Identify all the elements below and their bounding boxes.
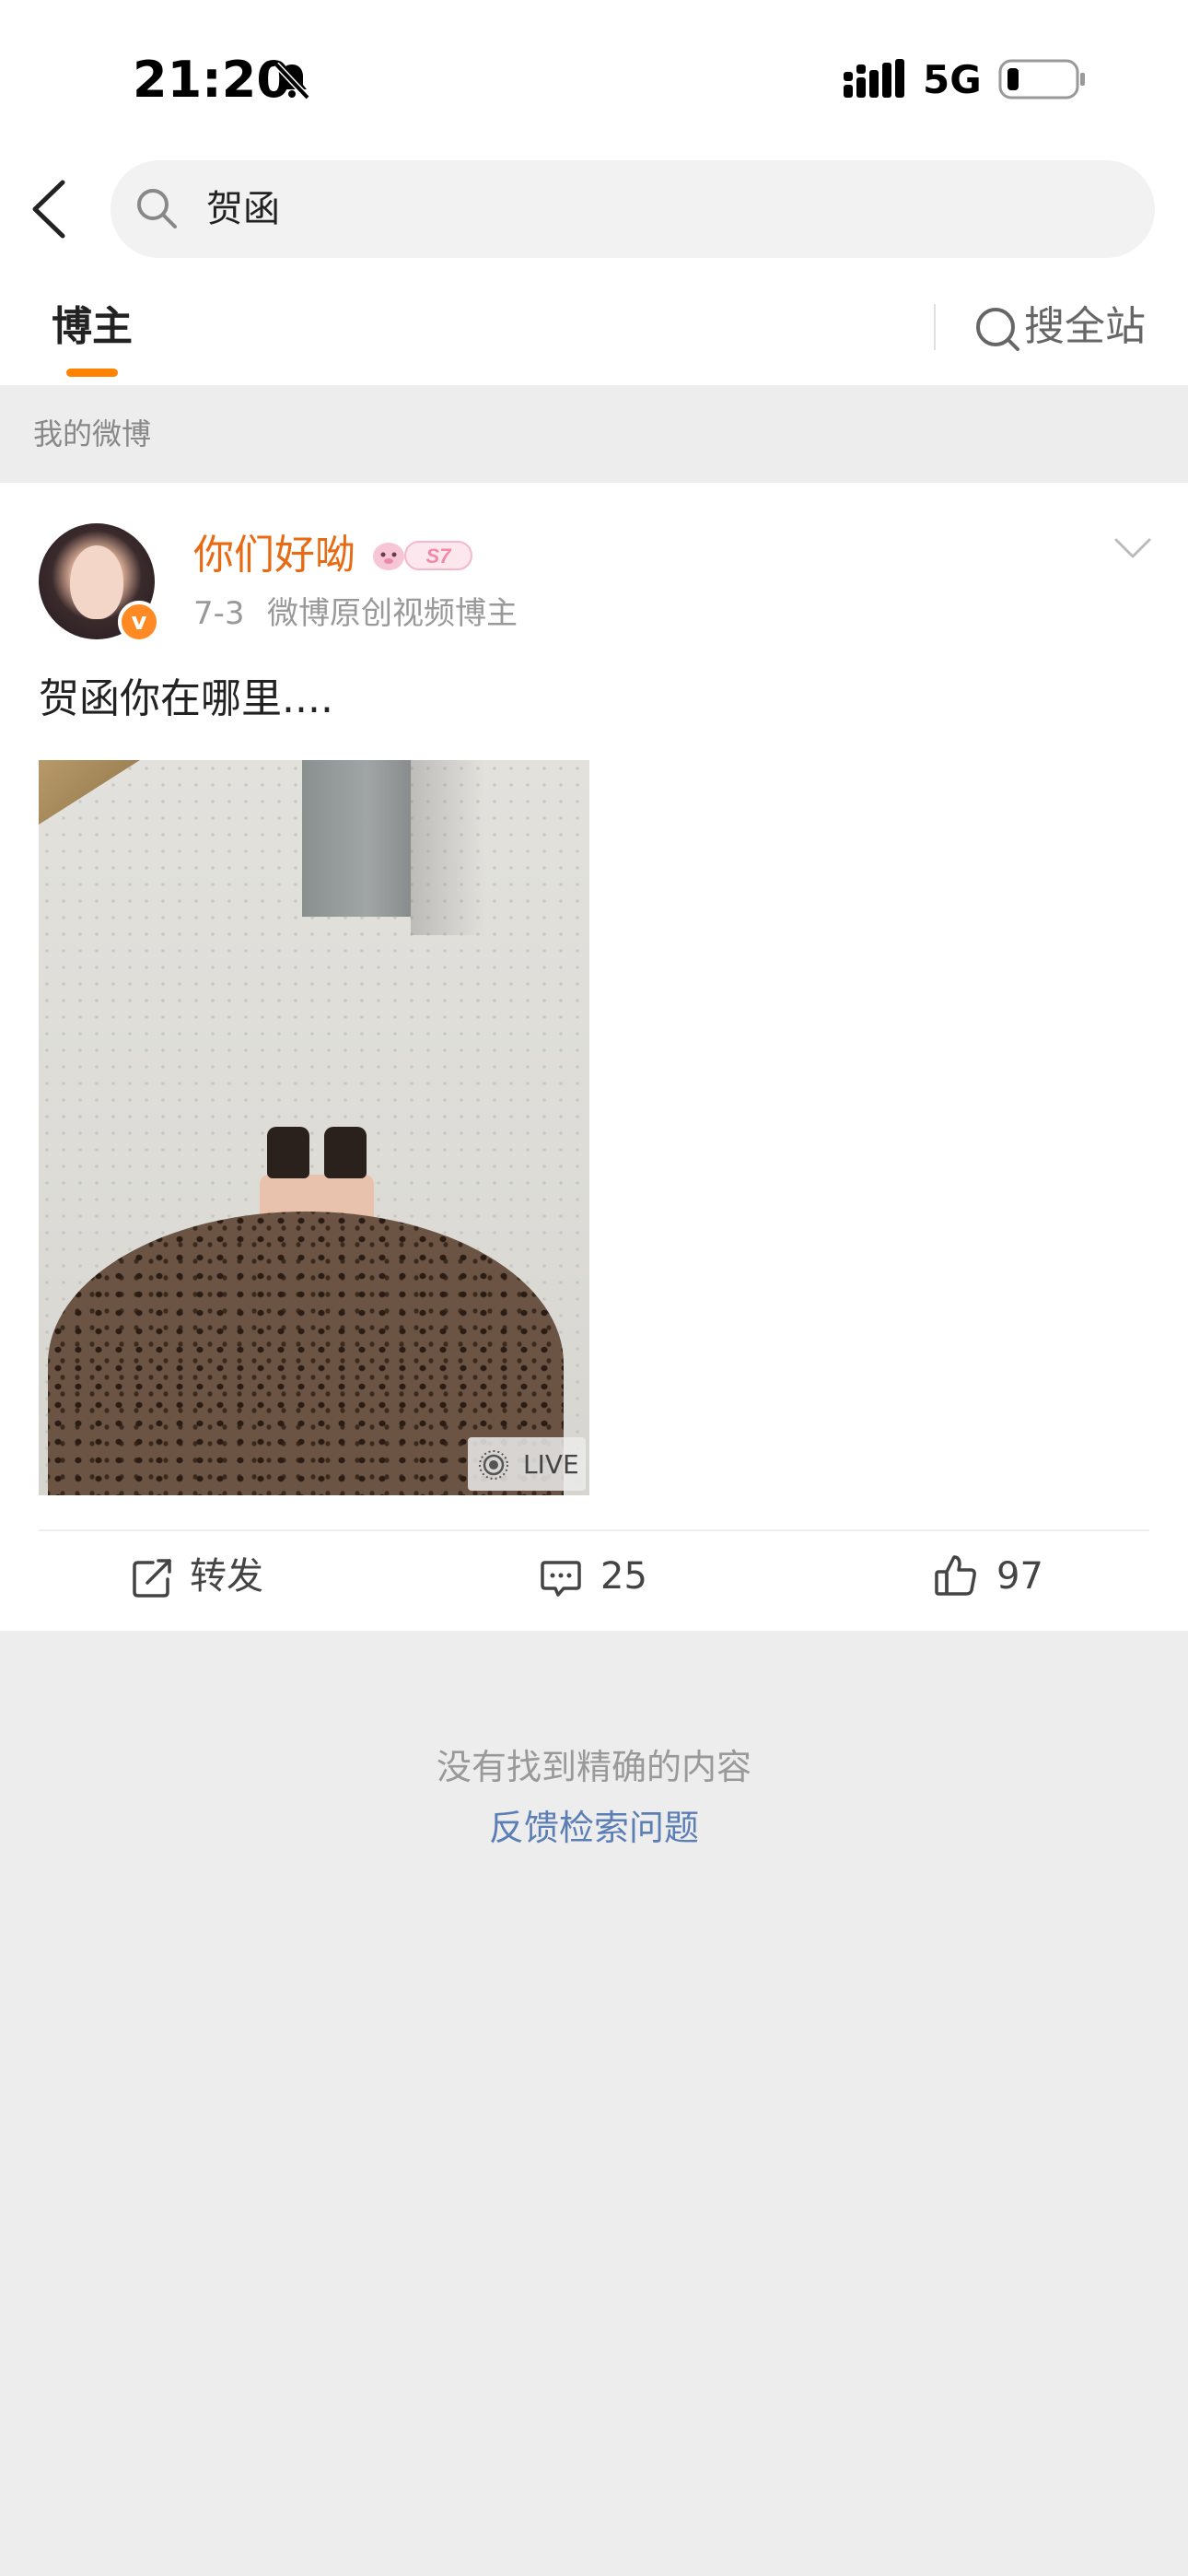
photo-table-leg [302, 760, 411, 917]
bell-slash-icon [274, 62, 310, 100]
verified-badge-icon: v [118, 601, 160, 643]
status-time: 21:20 [133, 51, 291, 109]
back-arrow-icon[interactable] [28, 177, 68, 241]
avatar-face [70, 545, 123, 619]
search-all-button[interactable]: 搜全站 [1024, 299, 1146, 356]
repost-button[interactable]: 转发 [190, 1550, 263, 1603]
battery-icon [998, 59, 1085, 100]
chevron-down-icon[interactable] [1112, 534, 1153, 562]
tab-bloggers[interactable]: 博主 [52, 299, 133, 356]
search-query[interactable]: 贺函 [206, 182, 280, 236]
action-divider [39, 1529, 1149, 1531]
status-bar: 21:20 5G [0, 0, 1188, 157]
post-photo[interactable] [39, 760, 589, 1495]
feedback-link[interactable]: 反馈检索问题 [0, 1802, 1188, 1854]
post-text: 贺函你在哪里.... [39, 675, 333, 722]
tab-active-indicator [66, 369, 118, 377]
comment-icon[interactable] [540, 1557, 582, 1599]
like-count[interactable]: 97 [996, 1550, 1043, 1603]
post-date: 7-3 [193, 595, 245, 632]
search-all-icon[interactable] [974, 306, 1020, 352]
search-icon [137, 189, 177, 228]
section-title: 我的微博 [33, 416, 152, 451]
repost-icon[interactable] [131, 1557, 173, 1599]
tab-divider [934, 304, 936, 350]
photo-sandal-right [324, 1127, 367, 1178]
live-label: LIVE [523, 1449, 579, 1480]
page: 21:20 5G 贺函 博主 搜全站 我的微博 v 你们好呦 S7 7-3 微博… [0, 0, 1188, 2576]
no-result-message: 没有找到精确的内容 [436, 1747, 751, 1787]
level-badge-text: S7 [426, 544, 453, 568]
photo-shadow [411, 760, 484, 935]
photo-sandal-left [267, 1127, 309, 1178]
post-source: 微博原创视频博主 [267, 595, 518, 632]
member-level-badge: S7 [373, 541, 472, 570]
signal-icon [844, 59, 904, 98]
section-header [0, 385, 1188, 483]
live-photo-icon [479, 1450, 508, 1480]
network-label: 5G [923, 57, 982, 102]
author-name[interactable]: 你们好呦 [193, 527, 355, 584]
thumbs-up-icon[interactable] [934, 1553, 978, 1598]
comment-count[interactable]: 25 [600, 1550, 647, 1603]
